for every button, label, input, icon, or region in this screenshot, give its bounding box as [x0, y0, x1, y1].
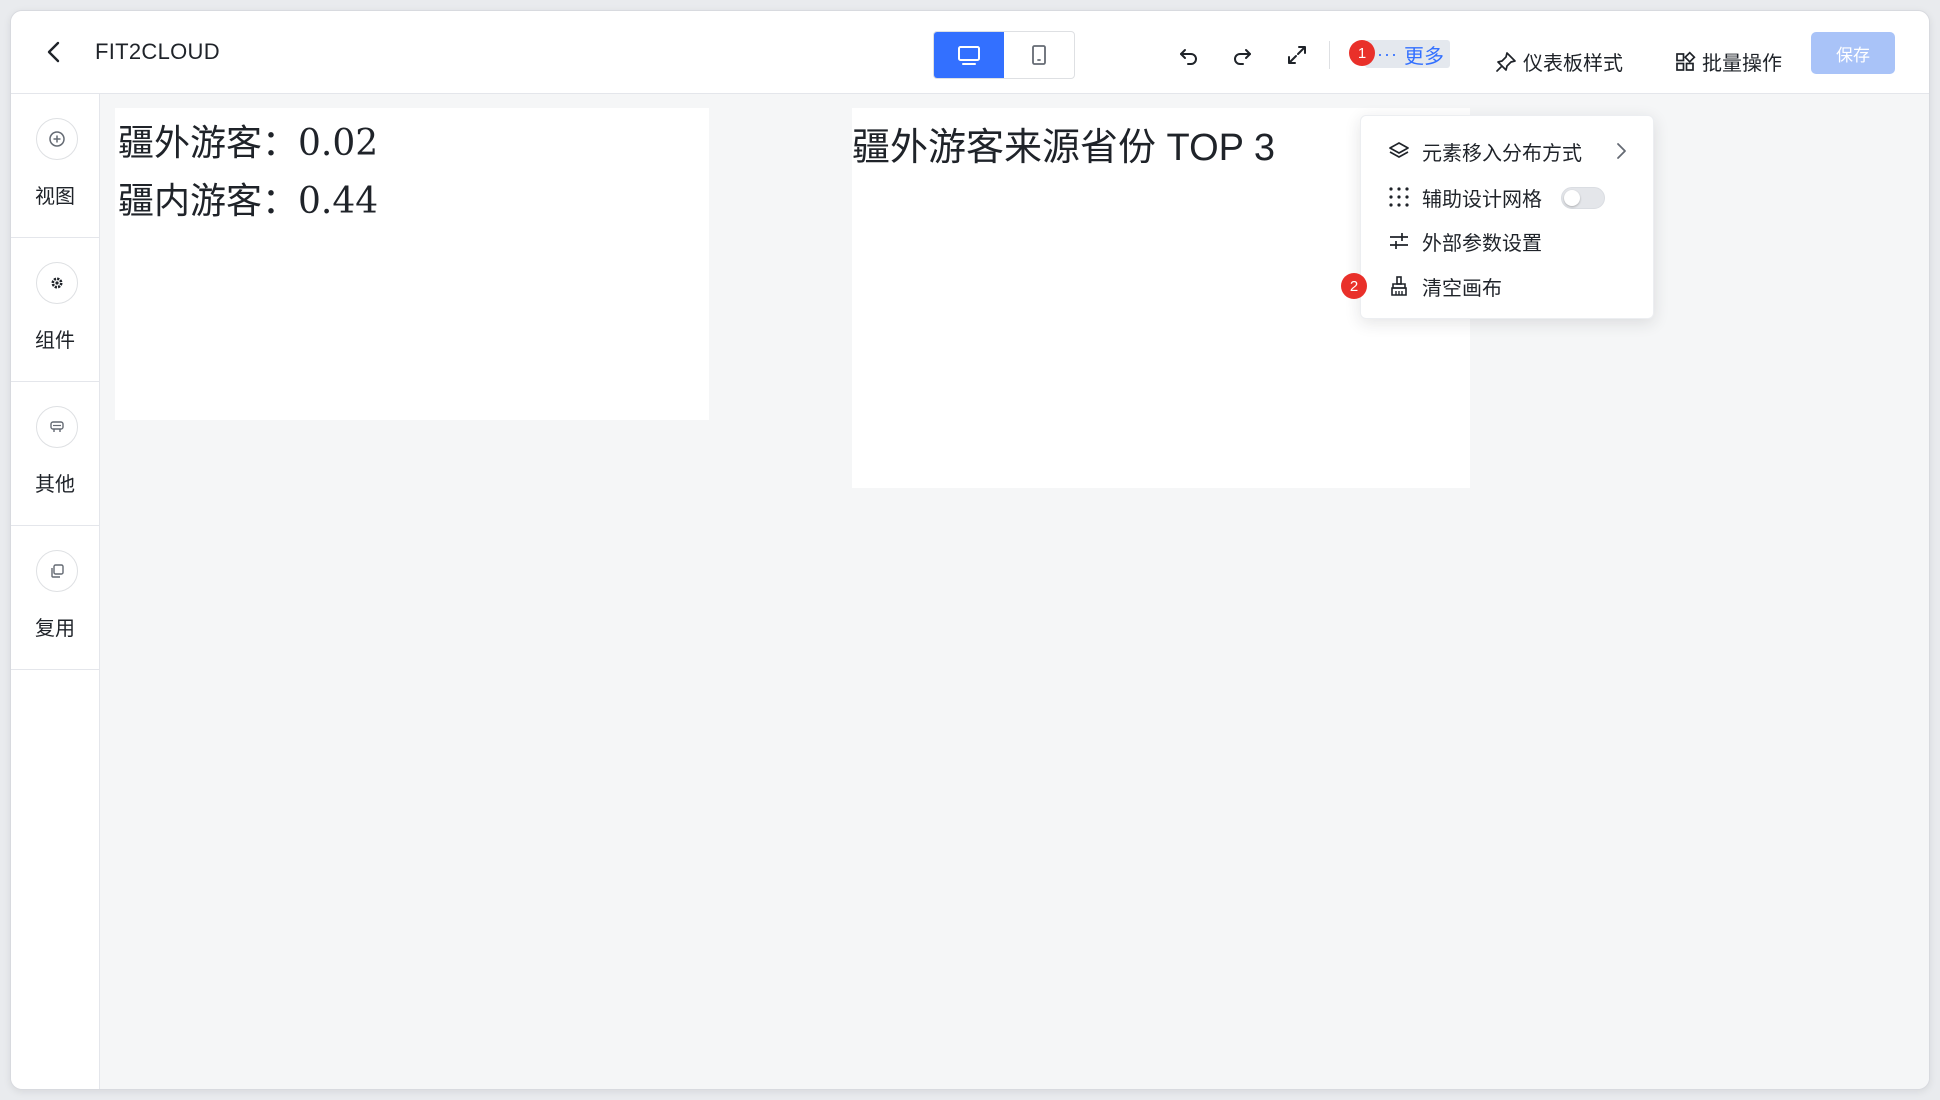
more-dropdown-menu: 元素移入分布方式 辅助设计网格 外部参数设置 清空画布 — [1360, 115, 1654, 319]
add-circle-icon — [36, 118, 78, 160]
dashboard-style-label: 仪表板样式 — [1523, 53, 1623, 75]
sidebar-item-label: 视图 — [35, 186, 75, 208]
other-icon — [36, 406, 78, 448]
toolbar-divider — [1329, 41, 1330, 69]
dashboard-style-button[interactable]: 仪表板样式 — [1495, 47, 1623, 76]
chevron-right-icon — [1611, 140, 1631, 167]
gear-icon — [36, 262, 78, 304]
sliders-icon — [1386, 228, 1412, 254]
top-toolbar: FIT2CLOUD ··· 更多 1 仪表板样式 批量操作 保存 — [11, 11, 1929, 94]
device-mode-toggle — [933, 31, 1075, 79]
menu-item-label: 清空画布 — [1422, 277, 1502, 300]
menu-item-external-params[interactable]: 外部参数设置 — [1361, 220, 1653, 262]
sidebar-item-component[interactable]: 组件 — [11, 238, 99, 382]
copy-icon — [36, 550, 78, 592]
sidebar-item-label: 其他 — [35, 474, 75, 496]
text-widget-visitors[interactable]: 疆外游客：0.02 疆内游客：0.44 — [115, 108, 709, 420]
step-badge-1: 1 — [1349, 40, 1375, 66]
undo-icon[interactable] — [1173, 39, 1205, 71]
component-sidebar: 视图 组件 其他 复用 — [11, 94, 100, 1089]
sidebar-item-label: 组件 — [35, 330, 75, 352]
brush-icon — [1386, 273, 1412, 299]
menu-item-clear-canvas[interactable]: 清空画布 — [1361, 265, 1653, 307]
menu-item-label: 元素移入分布方式 — [1422, 142, 1582, 165]
sidebar-item-label: 复用 — [35, 618, 75, 640]
mobile-mode-button[interactable] — [1004, 32, 1074, 78]
monitor-icon — [958, 46, 980, 65]
batch-operation-button[interactable]: 批量操作 — [1674, 47, 1782, 76]
fullscreen-icon[interactable] — [1281, 39, 1313, 71]
sidebar-item-other[interactable]: 其他 — [11, 382, 99, 526]
layers-icon — [1386, 138, 1412, 164]
pin-icon — [1496, 51, 1516, 72]
more-dots-icon: ··· — [1377, 44, 1398, 64]
menu-item-element-distribution[interactable]: 元素移入分布方式 — [1361, 130, 1653, 172]
menu-item-design-grid[interactable]: 辅助设计网格 — [1361, 176, 1653, 218]
back-arrow-icon[interactable] — [39, 37, 69, 67]
batch-grid-icon — [1676, 50, 1696, 71]
sidebar-item-view[interactable]: 视图 — [11, 94, 99, 238]
app-window: FIT2CLOUD ··· 更多 1 仪表板样式 批量操作 保存 视图 组件 其… — [10, 10, 1930, 1090]
visitor-outside-text: 疆外游客：0.02 — [118, 123, 379, 164]
step-badge-2: 2 — [1341, 273, 1367, 299]
redo-icon[interactable] — [1226, 39, 1258, 71]
batch-operation-label: 批量操作 — [1702, 53, 1782, 75]
design-grid-toggle[interactable] — [1561, 187, 1605, 209]
app-title: FIT2CLOUD — [95, 39, 220, 64]
grid-dots-icon — [1386, 184, 1412, 210]
mobile-icon — [1032, 45, 1046, 65]
sidebar-item-reuse[interactable]: 复用 — [11, 526, 99, 670]
visitor-inside-text: 疆内游客：0.44 — [118, 181, 379, 222]
toggle-knob — [1564, 190, 1580, 206]
more-button[interactable]: ··· 更多 — [1365, 40, 1450, 68]
dashboard-canvas[interactable]: 疆外游客：0.02 疆内游客：0.44 疆外游客来源省份 TOP 3 — [100, 94, 1929, 1089]
menu-item-label: 外部参数设置 — [1422, 232, 1542, 255]
pc-mode-button[interactable] — [934, 32, 1004, 78]
chart-widget-title: 疆外游客来源省份 TOP 3 — [852, 127, 1275, 169]
save-button[interactable]: 保存 — [1811, 32, 1895, 74]
more-label: 更多 — [1403, 45, 1444, 68]
menu-item-label: 辅助设计网格 — [1422, 188, 1542, 211]
